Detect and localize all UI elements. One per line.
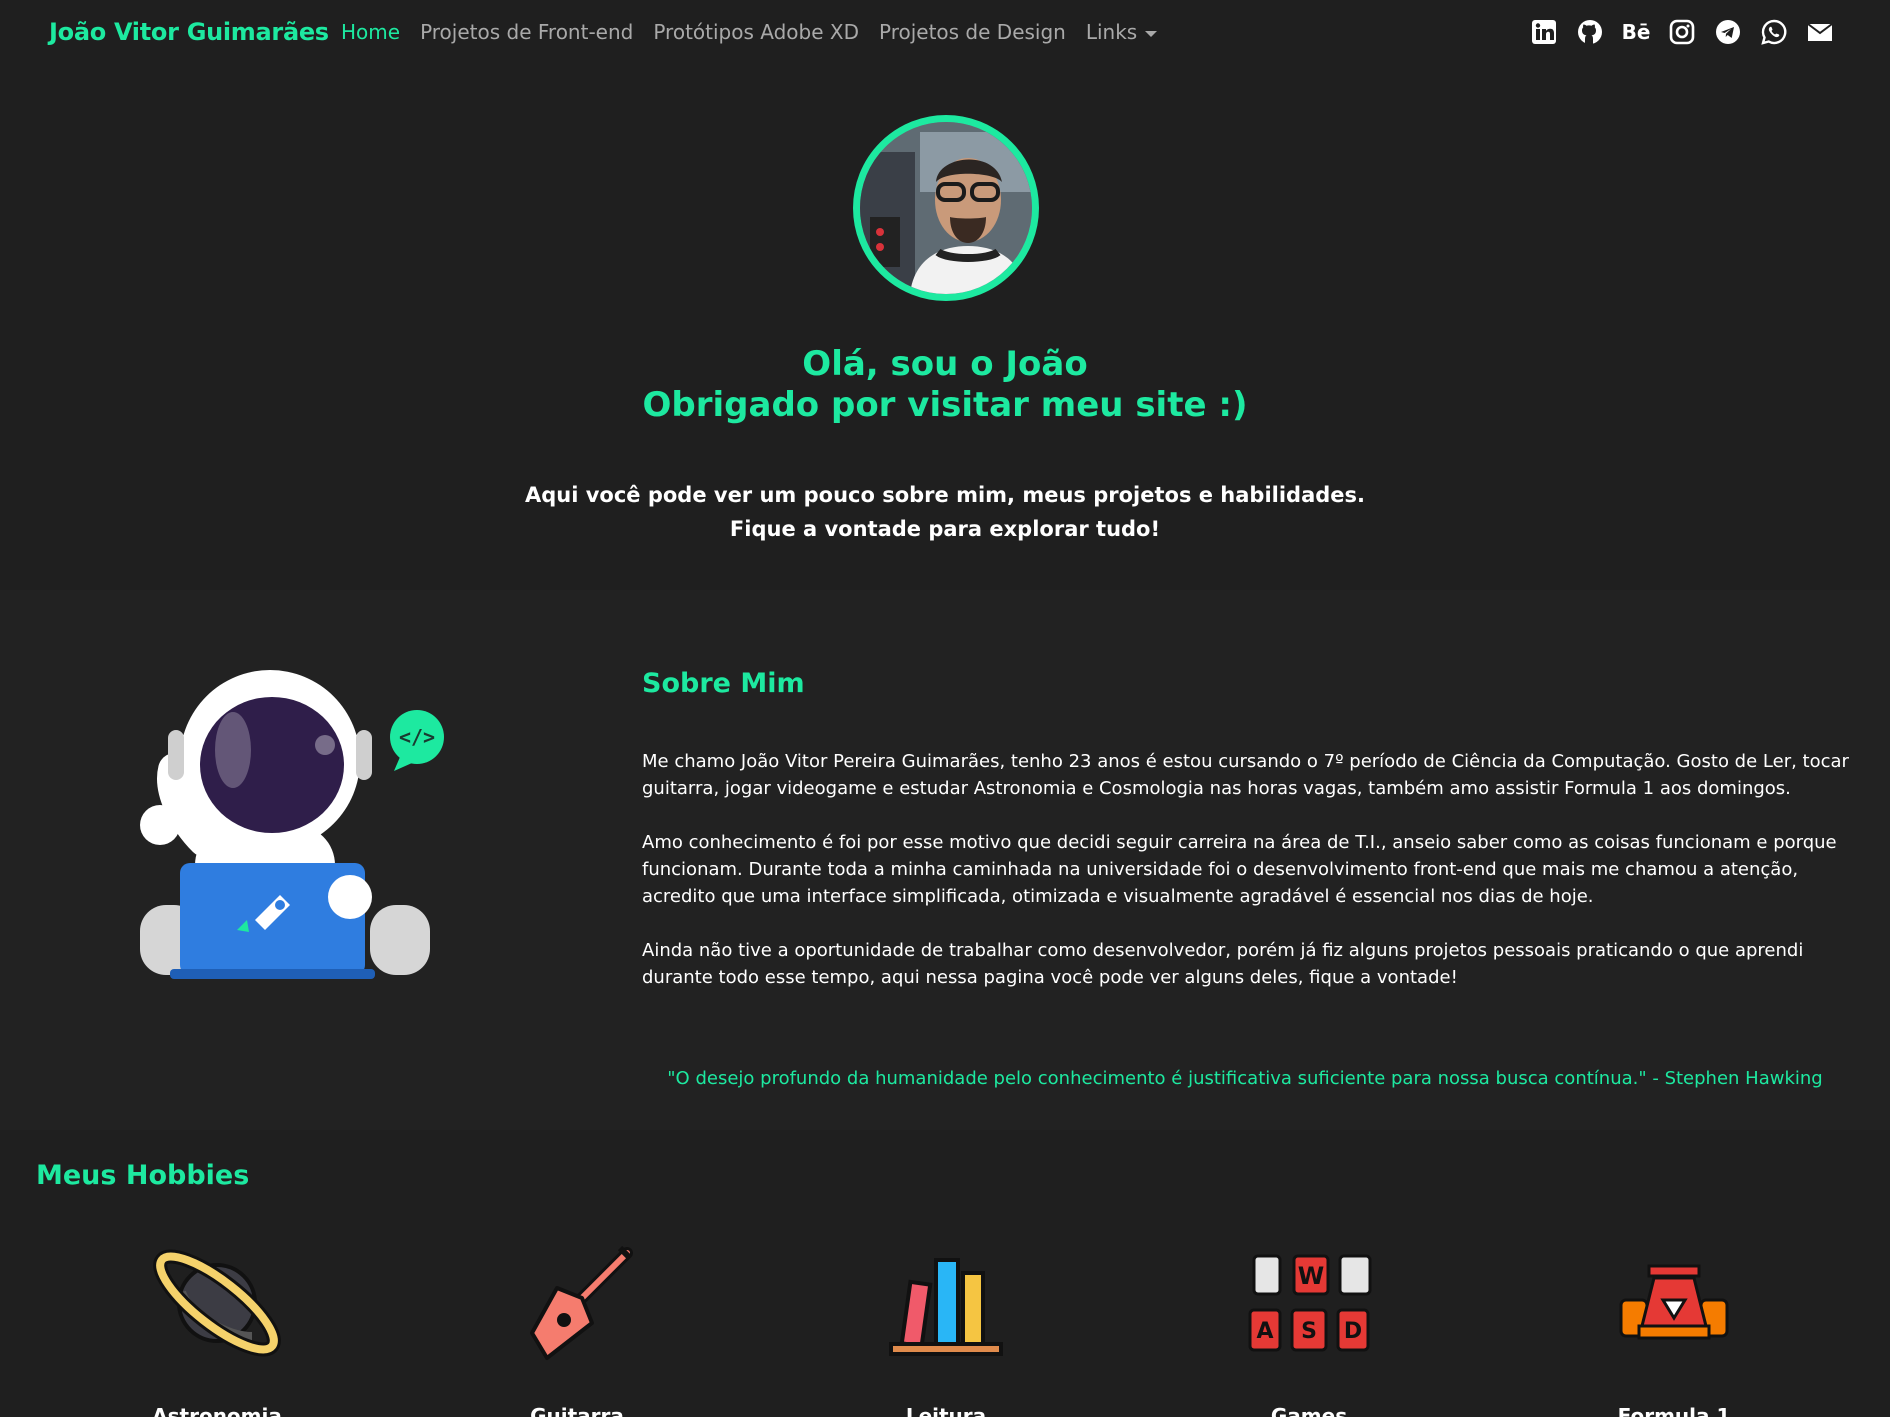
- links-dropdown-label: Links: [1085, 20, 1138, 44]
- hero-title-line2: Obrigado por visitar meu site :): [642, 385, 1248, 425]
- hobby-label: Astronomia: [152, 1404, 282, 1417]
- instagram-icon[interactable]: [1668, 18, 1696, 46]
- email-icon[interactable]: [1806, 18, 1834, 46]
- hero-sub-line2: Fique a vontade para explorar tudo!: [729, 517, 1161, 541]
- chevron-down-icon: [1145, 30, 1158, 37]
- keyboard-icon: W A S D: [1248, 1254, 1372, 1352]
- hero-title-line1: Olá, sou o João: [802, 344, 1088, 384]
- hobby-label: Games: [1270, 1404, 1348, 1417]
- nav-link-front-end-projects[interactable]: Projetos de Front-end: [420, 20, 633, 44]
- about-paragraph: Amo conhecimento é foi por esse motivo q…: [642, 832, 1837, 907]
- whatsapp-icon[interactable]: [1760, 18, 1788, 46]
- about-text: Me chamo João Vitor Pereira Guimarães, t…: [642, 748, 1852, 1018]
- nav-link-home[interactable]: Home: [341, 20, 400, 44]
- behance-icon[interactable]: Bē: [1621, 18, 1651, 46]
- hobby-item: Leitura: [796, 1238, 1096, 1417]
- telegram-icon[interactable]: [1714, 18, 1742, 46]
- brand-link[interactable]: João Vitor Guimarães: [49, 18, 329, 46]
- about-paragraph: Me chamo João Vitor Pereira Guimarães, t…: [642, 751, 1849, 799]
- hobby-item: Astronomia: [67, 1238, 367, 1417]
- about-title: Sobre Mim: [642, 668, 805, 699]
- books-icon: [889, 1258, 1003, 1356]
- astronaut-illustration: </>: [140, 670, 444, 979]
- nav-links: Home Projetos de Front-end Protótipos Ad…: [341, 20, 1158, 44]
- navbar: João Vitor Guimarães Home Projetos de Fr…: [0, 0, 1890, 66]
- hero-sub-line1: Aqui você pode ver um pouco sobre mim, m…: [524, 483, 1366, 507]
- key-label-a: A: [1256, 1319, 1273, 1344]
- hobby-item: Guitarra: [427, 1238, 727, 1417]
- social-links: Bē: [1530, 18, 1834, 46]
- github-icon[interactable]: [1576, 18, 1604, 46]
- nav-link-design-projects[interactable]: Projetos de Design: [879, 20, 1066, 44]
- linkedin-icon[interactable]: [1530, 18, 1558, 46]
- hero-title: Olá, sou o João Obrigado por visitar meu…: [0, 344, 1890, 426]
- hobby-label: Guitarra: [530, 1404, 624, 1417]
- hobby-item: Formula 1: [1524, 1238, 1824, 1417]
- hobby-item: W A S D Games: [1159, 1238, 1459, 1417]
- profile-photo: [860, 122, 1032, 294]
- planet-icon: [153, 1249, 281, 1357]
- key-label-s: S: [1301, 1319, 1317, 1344]
- race-car-icon: [1619, 1264, 1729, 1340]
- hawking-quote: "O desejo profundo da humanidade pelo co…: [667, 1068, 1823, 1089]
- code-badge-text: </>: [399, 725, 435, 749]
- hero-subtitle: Aqui você pode ver um pouco sobre mim, m…: [0, 478, 1890, 546]
- profile-avatar: [853, 115, 1039, 301]
- key-label-w: W: [1298, 1262, 1324, 1290]
- guitar-icon: [530, 1245, 633, 1360]
- about-paragraph: Ainda não tive a oportunidade de trabalh…: [642, 940, 1804, 988]
- key-label-d: D: [1344, 1319, 1362, 1344]
- hobby-label: Formula 1: [1617, 1404, 1731, 1417]
- nav-link-links-dropdown[interactable]: Links: [1085, 20, 1158, 44]
- behance-text: Bē: [1621, 20, 1651, 44]
- hobbies-title: Meus Hobbies: [36, 1160, 250, 1191]
- nav-link-adobe-xd-prototypes[interactable]: Protótipos Adobe XD: [653, 20, 859, 44]
- hobby-label: Leitura: [905, 1404, 987, 1417]
